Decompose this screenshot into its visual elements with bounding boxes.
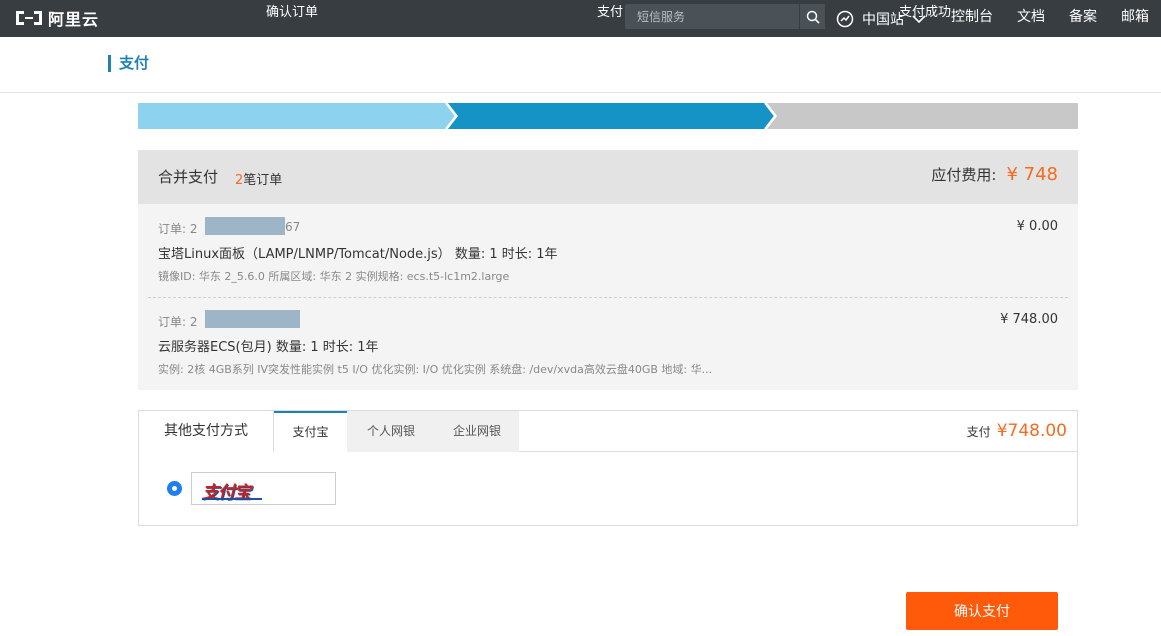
order-number-redaction	[205, 310, 300, 328]
page-header: 支付	[0, 37, 1161, 93]
payment-total: 支付 ¥748.00	[967, 421, 1067, 441]
order-list: 订单: 2 67 宝塔Linux面板（LAMP/LNMP/Tomcat/Node…	[138, 204, 1078, 390]
payment-total-label: 支付	[966, 425, 991, 439]
order-count-suffix: 笔订单	[243, 173, 283, 188]
tab-personal-bank[interactable]: 个人网银	[347, 411, 435, 452]
order-number-suffix: 67	[285, 220, 301, 234]
tab-alipay[interactable]: 支付宝	[274, 411, 347, 453]
summary-title: 合并支付	[158, 168, 219, 186]
progress-steps	[138, 103, 1078, 129]
order-count: 2笔订单	[235, 169, 282, 188]
fee-total: 应付费用: ¥ 748	[931, 164, 1058, 185]
order-product-spec: 实例: 2核 4GB系列 IV突发性能实例 t5 I/O 优化实例: I/O 优…	[158, 363, 713, 376]
alipay-logo-swoosh	[202, 498, 262, 500]
nav-link-mail[interactable]: 邮箱	[1121, 0, 1149, 37]
alipay-logo[interactable]: 支付宝	[191, 472, 336, 505]
order-divider	[148, 297, 1068, 298]
payment-total-amount: ¥748.00	[996, 421, 1067, 441]
order-product-name: 宝塔Linux面板（LAMP/LNMP/Tomcat/Node.js） 数量: …	[158, 247, 558, 262]
order-number-redaction	[205, 217, 285, 235]
order-price: ¥ 0.00	[1016, 219, 1058, 234]
order-number-label: 订单:	[158, 222, 187, 236]
aliyun-logo-icon	[16, 11, 42, 25]
confirm-payment-button[interactable]: 确认支付	[906, 592, 1058, 630]
logo-text: 阿里云	[48, 10, 100, 29]
order-price: ¥ 748.00	[1000, 312, 1058, 327]
aliyun-logo[interactable]: 阿里云	[14, 7, 99, 29]
order-number-label: 订单:	[158, 315, 187, 329]
fee-amount: ¥ 748	[1006, 164, 1058, 185]
payment-tabs: 其他支付方式 支付宝 个人网银 企业网银 支付 ¥748.00	[139, 411, 1077, 453]
step-success-bg	[767, 103, 1078, 129]
page-title: 支付	[108, 55, 149, 72]
order-number: 订单: 2	[158, 220, 198, 237]
step-pay-success: 支付成功	[898, 5, 951, 20]
fee-label: 应付费用:	[931, 166, 997, 184]
payment-method-label: 其他支付方式	[139, 411, 274, 452]
step-pay: 支付	[596, 5, 623, 20]
tab-business-bank[interactable]: 企业网银	[435, 411, 519, 452]
step-confirm-order-bg	[138, 103, 456, 129]
step-pay-bg	[448, 103, 775, 129]
order-product-name: 云服务器ECS(包月) 数量: 1 时长: 1年	[158, 340, 379, 355]
order-product-spec: 镜像ID: 华东 2_5.6.0 所属区域: 华东 2 实例规格: ecs.t5…	[158, 270, 510, 283]
order-number-prefix: 2	[189, 222, 198, 236]
order-number: 订单: 2	[158, 313, 198, 330]
order-summary: 合并支付 2笔订单 应付费用: ¥ 748	[138, 150, 1078, 204]
payment-method-box: 其他支付方式 支付宝 个人网银 企业网银 支付 ¥748.00 支付宝	[138, 410, 1078, 526]
alipay-radio[interactable]	[167, 481, 182, 496]
order-number-prefix: 2	[189, 315, 198, 329]
step-confirm-order: 确认订单	[265, 5, 318, 20]
